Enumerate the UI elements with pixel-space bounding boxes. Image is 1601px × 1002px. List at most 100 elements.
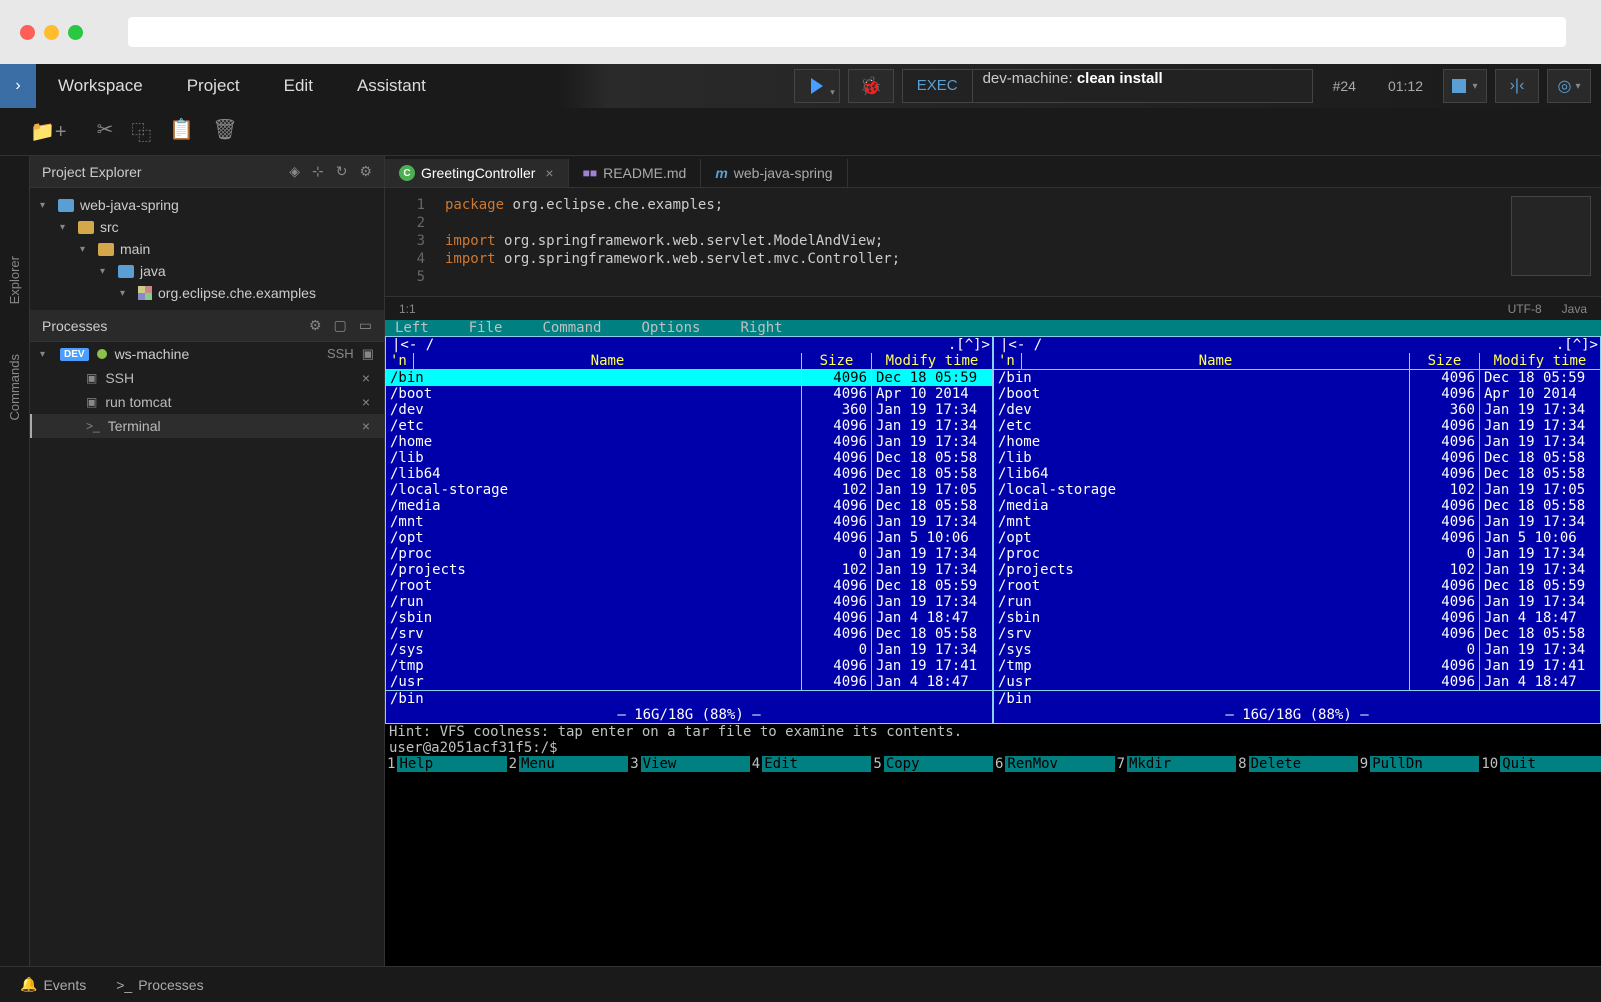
tree-src[interactable]: ▾src bbox=[30, 216, 384, 238]
mc-file-row[interactable]: /mnt4096Jan 19 17:34 bbox=[386, 514, 992, 530]
paste-icon[interactable]: 📋 bbox=[169, 117, 194, 146]
mc-fkey-pulldn[interactable]: 9PullDn bbox=[1358, 756, 1480, 772]
mc-file-row[interactable]: /opt4096Jan 5 10:06 bbox=[994, 530, 1600, 546]
locate-icon[interactable]: ◈ bbox=[289, 163, 300, 180]
language-mode[interactable]: Java bbox=[1562, 302, 1587, 316]
tab-readme[interactable]: ■■README.md bbox=[569, 159, 702, 187]
mc-file-row[interactable]: /projects102Jan 19 17:34 bbox=[386, 562, 992, 578]
mc-file-row[interactable]: /srv4096Dec 18 05:58 bbox=[386, 626, 992, 642]
process-machine[interactable]: ▾ DEV ws-machine SSH▣ bbox=[30, 342, 384, 366]
tree-root[interactable]: ▾web-java-spring bbox=[30, 194, 384, 216]
code-editor[interactable]: 12345 package package org.eclipse.che.ex… bbox=[385, 188, 1601, 296]
expand-menu-button[interactable]: › bbox=[0, 64, 36, 108]
process-tomcat[interactable]: ▣run tomcat× bbox=[30, 390, 384, 414]
processes-button[interactable]: ›|‹ bbox=[1495, 69, 1539, 103]
gear-icon[interactable]: ⚙ bbox=[309, 317, 322, 334]
minimap[interactable] bbox=[1511, 196, 1591, 276]
mc-file-row[interactable]: /sys0Jan 19 17:34 bbox=[994, 642, 1600, 658]
mc-file-row[interactable]: /media4096Dec 18 05:58 bbox=[386, 498, 992, 514]
close-icon[interactable]: × bbox=[358, 394, 374, 410]
minimize-window-button[interactable] bbox=[44, 25, 59, 40]
mc-file-row[interactable]: /media4096Dec 18 05:58 bbox=[994, 498, 1600, 514]
target-button[interactable]: ◎▾ bbox=[1547, 69, 1591, 103]
menu-project[interactable]: Project bbox=[165, 64, 262, 108]
mc-file-row[interactable]: /bin4096Dec 18 05:59 bbox=[994, 370, 1600, 386]
mc-file-row[interactable]: /root4096Dec 18 05:59 bbox=[386, 578, 992, 594]
tab-greeting-controller[interactable]: CGreetingController× bbox=[385, 159, 569, 187]
menu-workspace[interactable]: Workspace bbox=[36, 64, 165, 108]
mc-file-row[interactable]: /dev360Jan 19 17:34 bbox=[994, 402, 1600, 418]
mc-file-row[interactable]: /projects102Jan 19 17:34 bbox=[994, 562, 1600, 578]
mc-right-panel[interactable]: |<- /.[^]>'nNameSizeModify time/bin4096D… bbox=[993, 336, 1601, 724]
mc-menu-command[interactable]: Command bbox=[542, 320, 601, 336]
close-window-button[interactable] bbox=[20, 25, 35, 40]
run-button[interactable]: ▾ bbox=[794, 69, 840, 103]
tree-java[interactable]: ▾java bbox=[30, 260, 384, 282]
maximize-icon[interactable]: ▢ bbox=[334, 317, 347, 334]
url-bar[interactable] bbox=[128, 17, 1566, 47]
mc-file-row[interactable]: /run4096Jan 19 17:34 bbox=[994, 594, 1600, 610]
mc-prompt[interactable]: user@a2051acf31f5:/$ bbox=[385, 740, 1601, 756]
mc-file-row[interactable]: /lib4096Dec 18 05:58 bbox=[386, 450, 992, 466]
close-icon[interactable]: × bbox=[358, 370, 374, 386]
mc-file-row[interactable]: /tmp4096Jan 19 17:41 bbox=[994, 658, 1600, 674]
mc-file-row[interactable]: /lib4096Dec 18 05:58 bbox=[994, 450, 1600, 466]
mc-file-row[interactable]: /bin4096Dec 18 05:59 bbox=[386, 370, 992, 386]
mc-fkey-copy[interactable]: 5Copy bbox=[871, 756, 993, 772]
new-file-icon[interactable]: 📁+ bbox=[30, 119, 67, 144]
process-ssh[interactable]: ▣SSH× bbox=[30, 366, 384, 390]
mc-file-row[interactable]: /dev360Jan 19 17:34 bbox=[386, 402, 992, 418]
mc-fkey-edit[interactable]: 4Edit bbox=[750, 756, 872, 772]
close-icon[interactable]: × bbox=[358, 418, 374, 434]
copy-icon[interactable]: ⿻ bbox=[131, 117, 151, 146]
mc-fkey-menu[interactable]: 2Menu bbox=[507, 756, 629, 772]
terminal[interactable]: Left File Command Options Right |<- /.[^… bbox=[385, 320, 1601, 966]
mc-file-row[interactable]: /boot4096Apr 10 2014 bbox=[386, 386, 992, 402]
mc-fkey-mkdir[interactable]: 7Mkdir bbox=[1115, 756, 1237, 772]
mc-fkey-renmov[interactable]: 6RenMov bbox=[993, 756, 1115, 772]
mc-file-row[interactable]: /home4096Jan 19 17:34 bbox=[386, 434, 992, 450]
gear-icon[interactable]: ⚙ bbox=[359, 163, 372, 180]
rail-explorer[interactable]: Explorer bbox=[7, 256, 22, 304]
mc-menu-right[interactable]: Right bbox=[740, 320, 782, 336]
debug-button[interactable]: 🐞 bbox=[848, 69, 894, 103]
mc-file-row[interactable]: /etc4096Jan 19 17:34 bbox=[994, 418, 1600, 434]
mc-file-row[interactable]: /lib644096Dec 18 05:58 bbox=[386, 466, 992, 482]
machine-select[interactable]: ▾ bbox=[1443, 69, 1487, 103]
refresh-icon[interactable]: ↻ bbox=[336, 163, 348, 180]
process-terminal[interactable]: >_Terminal× bbox=[30, 414, 384, 438]
mc-file-row[interactable]: /sbin4096Jan 4 18:47 bbox=[386, 610, 992, 626]
mc-menu-options[interactable]: Options bbox=[641, 320, 700, 336]
mc-file-row[interactable]: /root4096Dec 18 05:59 bbox=[994, 578, 1600, 594]
mc-fkey-quit[interactable]: 10Quit bbox=[1479, 756, 1601, 772]
mc-file-row[interactable]: /proc0Jan 19 17:34 bbox=[386, 546, 992, 562]
mc-file-row[interactable]: /tmp4096Jan 19 17:41 bbox=[386, 658, 992, 674]
tab-project[interactable]: mweb-java-spring bbox=[701, 159, 847, 187]
delete-icon[interactable]: 🗑 bbox=[212, 117, 237, 146]
mc-menu-file[interactable]: File bbox=[469, 320, 503, 336]
mc-file-row[interactable]: /run4096Jan 19 17:34 bbox=[386, 594, 992, 610]
ssh-label[interactable]: SSH bbox=[327, 346, 354, 362]
tree-main[interactable]: ▾main bbox=[30, 238, 384, 260]
events-tab[interactable]: 🔔Events bbox=[20, 976, 86, 993]
mc-file-row[interactable]: /home4096Jan 19 17:34 bbox=[994, 434, 1600, 450]
mc-fkey-help[interactable]: 1Help bbox=[385, 756, 507, 772]
new-terminal-icon[interactable]: ▣ bbox=[362, 346, 374, 362]
mc-file-row[interactable]: /local-storage102Jan 19 17:05 bbox=[386, 482, 992, 498]
mc-fkey-view[interactable]: 3View bbox=[628, 756, 750, 772]
mc-file-row[interactable]: /boot4096Apr 10 2014 bbox=[994, 386, 1600, 402]
mc-file-row[interactable]: /opt4096Jan 5 10:06 bbox=[386, 530, 992, 546]
menu-edit[interactable]: Edit bbox=[262, 64, 335, 108]
mc-file-row[interactable]: /mnt4096Jan 19 17:34 bbox=[994, 514, 1600, 530]
menu-assistant[interactable]: Assistant bbox=[335, 64, 448, 108]
mc-menu-left[interactable]: Left bbox=[395, 320, 429, 336]
processes-tab[interactable]: >_Processes bbox=[116, 977, 203, 993]
mc-file-row[interactable]: /etc4096Jan 19 17:34 bbox=[386, 418, 992, 434]
mc-file-row[interactable]: /proc0Jan 19 17:34 bbox=[994, 546, 1600, 562]
mc-left-panel[interactable]: |<- /.[^]>'nNameSizeModify time/bin4096D… bbox=[385, 336, 993, 724]
tree-package[interactable]: ▾org.eclipse.che.examples bbox=[30, 282, 384, 304]
encoding[interactable]: UTF-8 bbox=[1508, 302, 1542, 316]
mc-file-row[interactable]: /lib644096Dec 18 05:58 bbox=[994, 466, 1600, 482]
rail-commands[interactable]: Commands bbox=[7, 354, 22, 420]
close-icon[interactable]: × bbox=[545, 165, 553, 181]
